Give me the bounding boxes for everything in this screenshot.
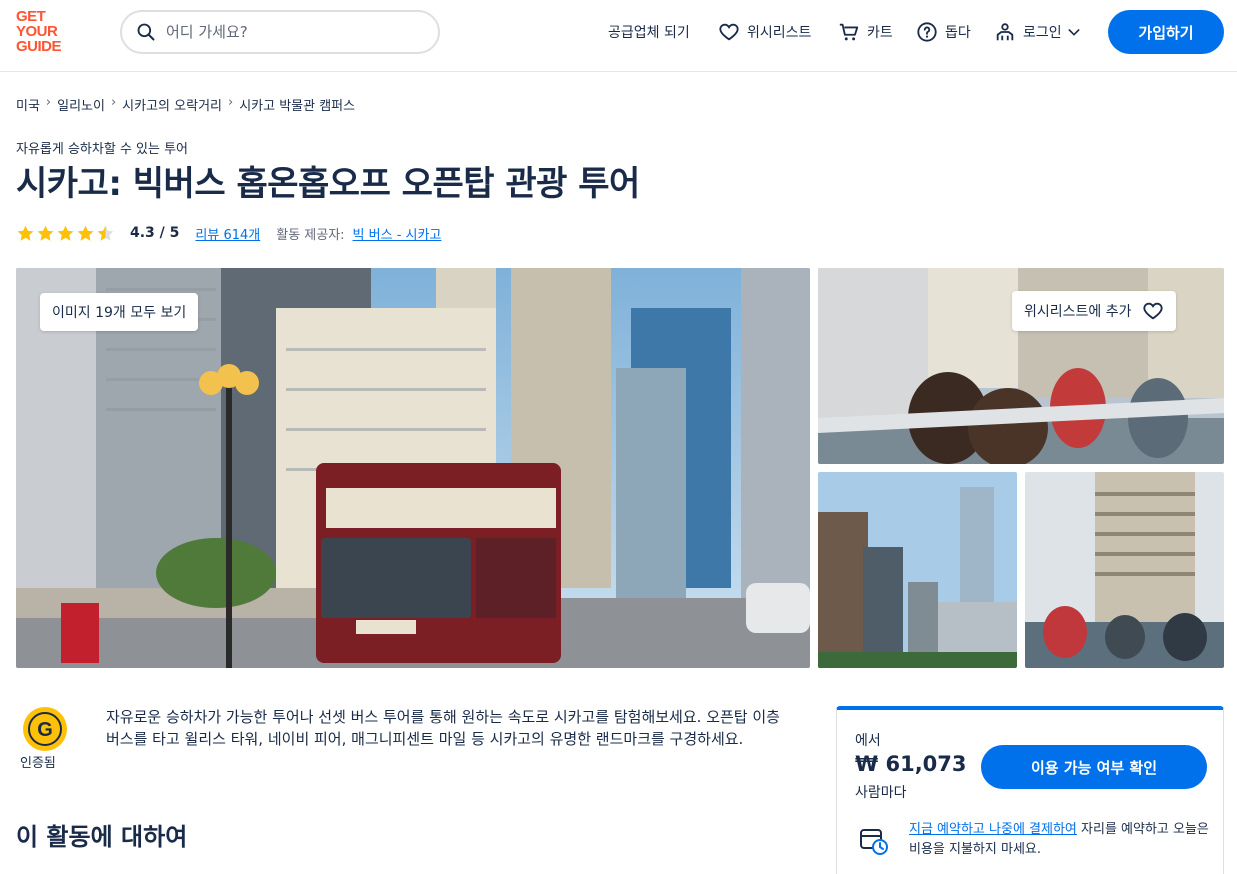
breadcrumb-separator: › <box>110 95 117 110</box>
activity-category: 자유롭게 승하차할 수 있는 투어 <box>16 142 189 157</box>
view-all-images-button[interactable]: 이미지 19개 모두 보기 <box>40 293 199 331</box>
skyline-image <box>818 472 1017 668</box>
search-input[interactable] <box>166 23 406 41</box>
reviews-link[interactable]: 리뷰 614개 <box>195 224 260 243</box>
help-icon <box>917 22 937 42</box>
breadcrumb-item[interactable]: 미국 <box>16 95 40 114</box>
login-dropdown[interactable]: 로그인 <box>994 20 1082 44</box>
marina-city-image <box>1025 472 1224 668</box>
price-value: ₩ 61,073 <box>855 752 967 776</box>
breadcrumb-separator: › <box>45 95 52 110</box>
check-availability-button[interactable]: 이용 가능 여부 확인 <box>981 745 1207 789</box>
calendar-clock-icon <box>860 829 888 855</box>
search-bar[interactable] <box>120 10 440 54</box>
photo-skyline[interactable] <box>818 472 1017 668</box>
rating-score: 4.3 / 5 <box>130 225 180 241</box>
page-title: 시카고: 빅버스 홉온홉오프 오픈탑 관광 투어 <box>16 164 640 204</box>
getyourguide-logo[interactable]: GET YOUR GUIDE <box>16 9 76 54</box>
certified-badge-icon: G <box>23 707 67 751</box>
star-icon <box>77 225 94 241</box>
heart-icon <box>1142 302 1163 320</box>
breadcrumb-separator: › <box>227 95 234 110</box>
half-star-icon <box>97 225 114 241</box>
search-icon <box>137 23 155 41</box>
chevron-down-icon <box>1068 29 1080 36</box>
svg-text:G: G <box>37 719 53 741</box>
provider-link[interactable]: 빅 버스 - 시카고 <box>353 224 442 243</box>
heart-icon <box>719 23 739 41</box>
star-icon <box>37 225 54 241</box>
cart-link[interactable]: 카트 <box>838 20 893 44</box>
star-icon <box>17 225 34 241</box>
user-icon <box>996 23 1014 41</box>
photo-passengers[interactable]: 위시리스트에 추가 <box>818 268 1224 464</box>
provider-label: 활동 제공자: <box>276 227 345 243</box>
certified-label: 인증됨 <box>20 756 56 771</box>
breadcrumb-item[interactable]: 시카고의 오락거리 <box>122 95 222 114</box>
reserve-now-link[interactable]: 지금 예약하고 나중에 결제하여 <box>909 822 1077 837</box>
rating-row: 4.3 / 5 리뷰 614개 활동 제공자: 빅 버스 - 시카고 <box>16 222 441 244</box>
signup-button[interactable]: 가입하기 <box>1108 10 1224 54</box>
about-heading: 이 활동에 대하여 <box>16 823 188 851</box>
booking-card: 에서 ₩ 61,073 사람마다 이용 가능 여부 확인 지금 예약하고 나중에… <box>836 706 1224 874</box>
star-rating <box>16 224 116 243</box>
help-link[interactable]: 돕다 <box>916 20 971 44</box>
wishlist-link[interactable]: 위시리스트 <box>718 20 811 44</box>
cart-icon <box>839 23 859 41</box>
activity-description: 자유로운 승하차가 가능한 투어나 선셋 버스 투어를 통해 원하는 속도로 시… <box>106 708 780 748</box>
star-icon <box>57 225 74 241</box>
photo-marina-city[interactable] <box>1025 472 1224 668</box>
add-to-wishlist-button[interactable]: 위시리스트에 추가 <box>1012 291 1176 331</box>
breadcrumb-item[interactable]: 일리노이 <box>57 95 105 114</box>
reserve-now-pay-later: 지금 예약하고 나중에 결제하여 자리를 예약하고 오늘은 비용을 지불하지 마… <box>909 822 1209 857</box>
site-header: GET YOUR GUIDE 공급업체 되기 위시리스트 카트 돕다 로그인 가… <box>0 0 1237 72</box>
main-photo-bus[interactable]: 이미지 19개 모두 보기 <box>16 268 810 668</box>
breadcrumb: 미국 › 일리노이 › 시카고의 오락거리 › 시카고 박물관 캠퍼스 <box>16 95 355 114</box>
price-prefix: 에서 <box>855 733 881 749</box>
become-supplier-link[interactable]: 공급업체 되기 <box>608 20 690 44</box>
price-unit: 사람마다 <box>855 785 907 801</box>
breadcrumb-item[interactable]: 시카고 박물관 캠퍼스 <box>239 95 355 114</box>
